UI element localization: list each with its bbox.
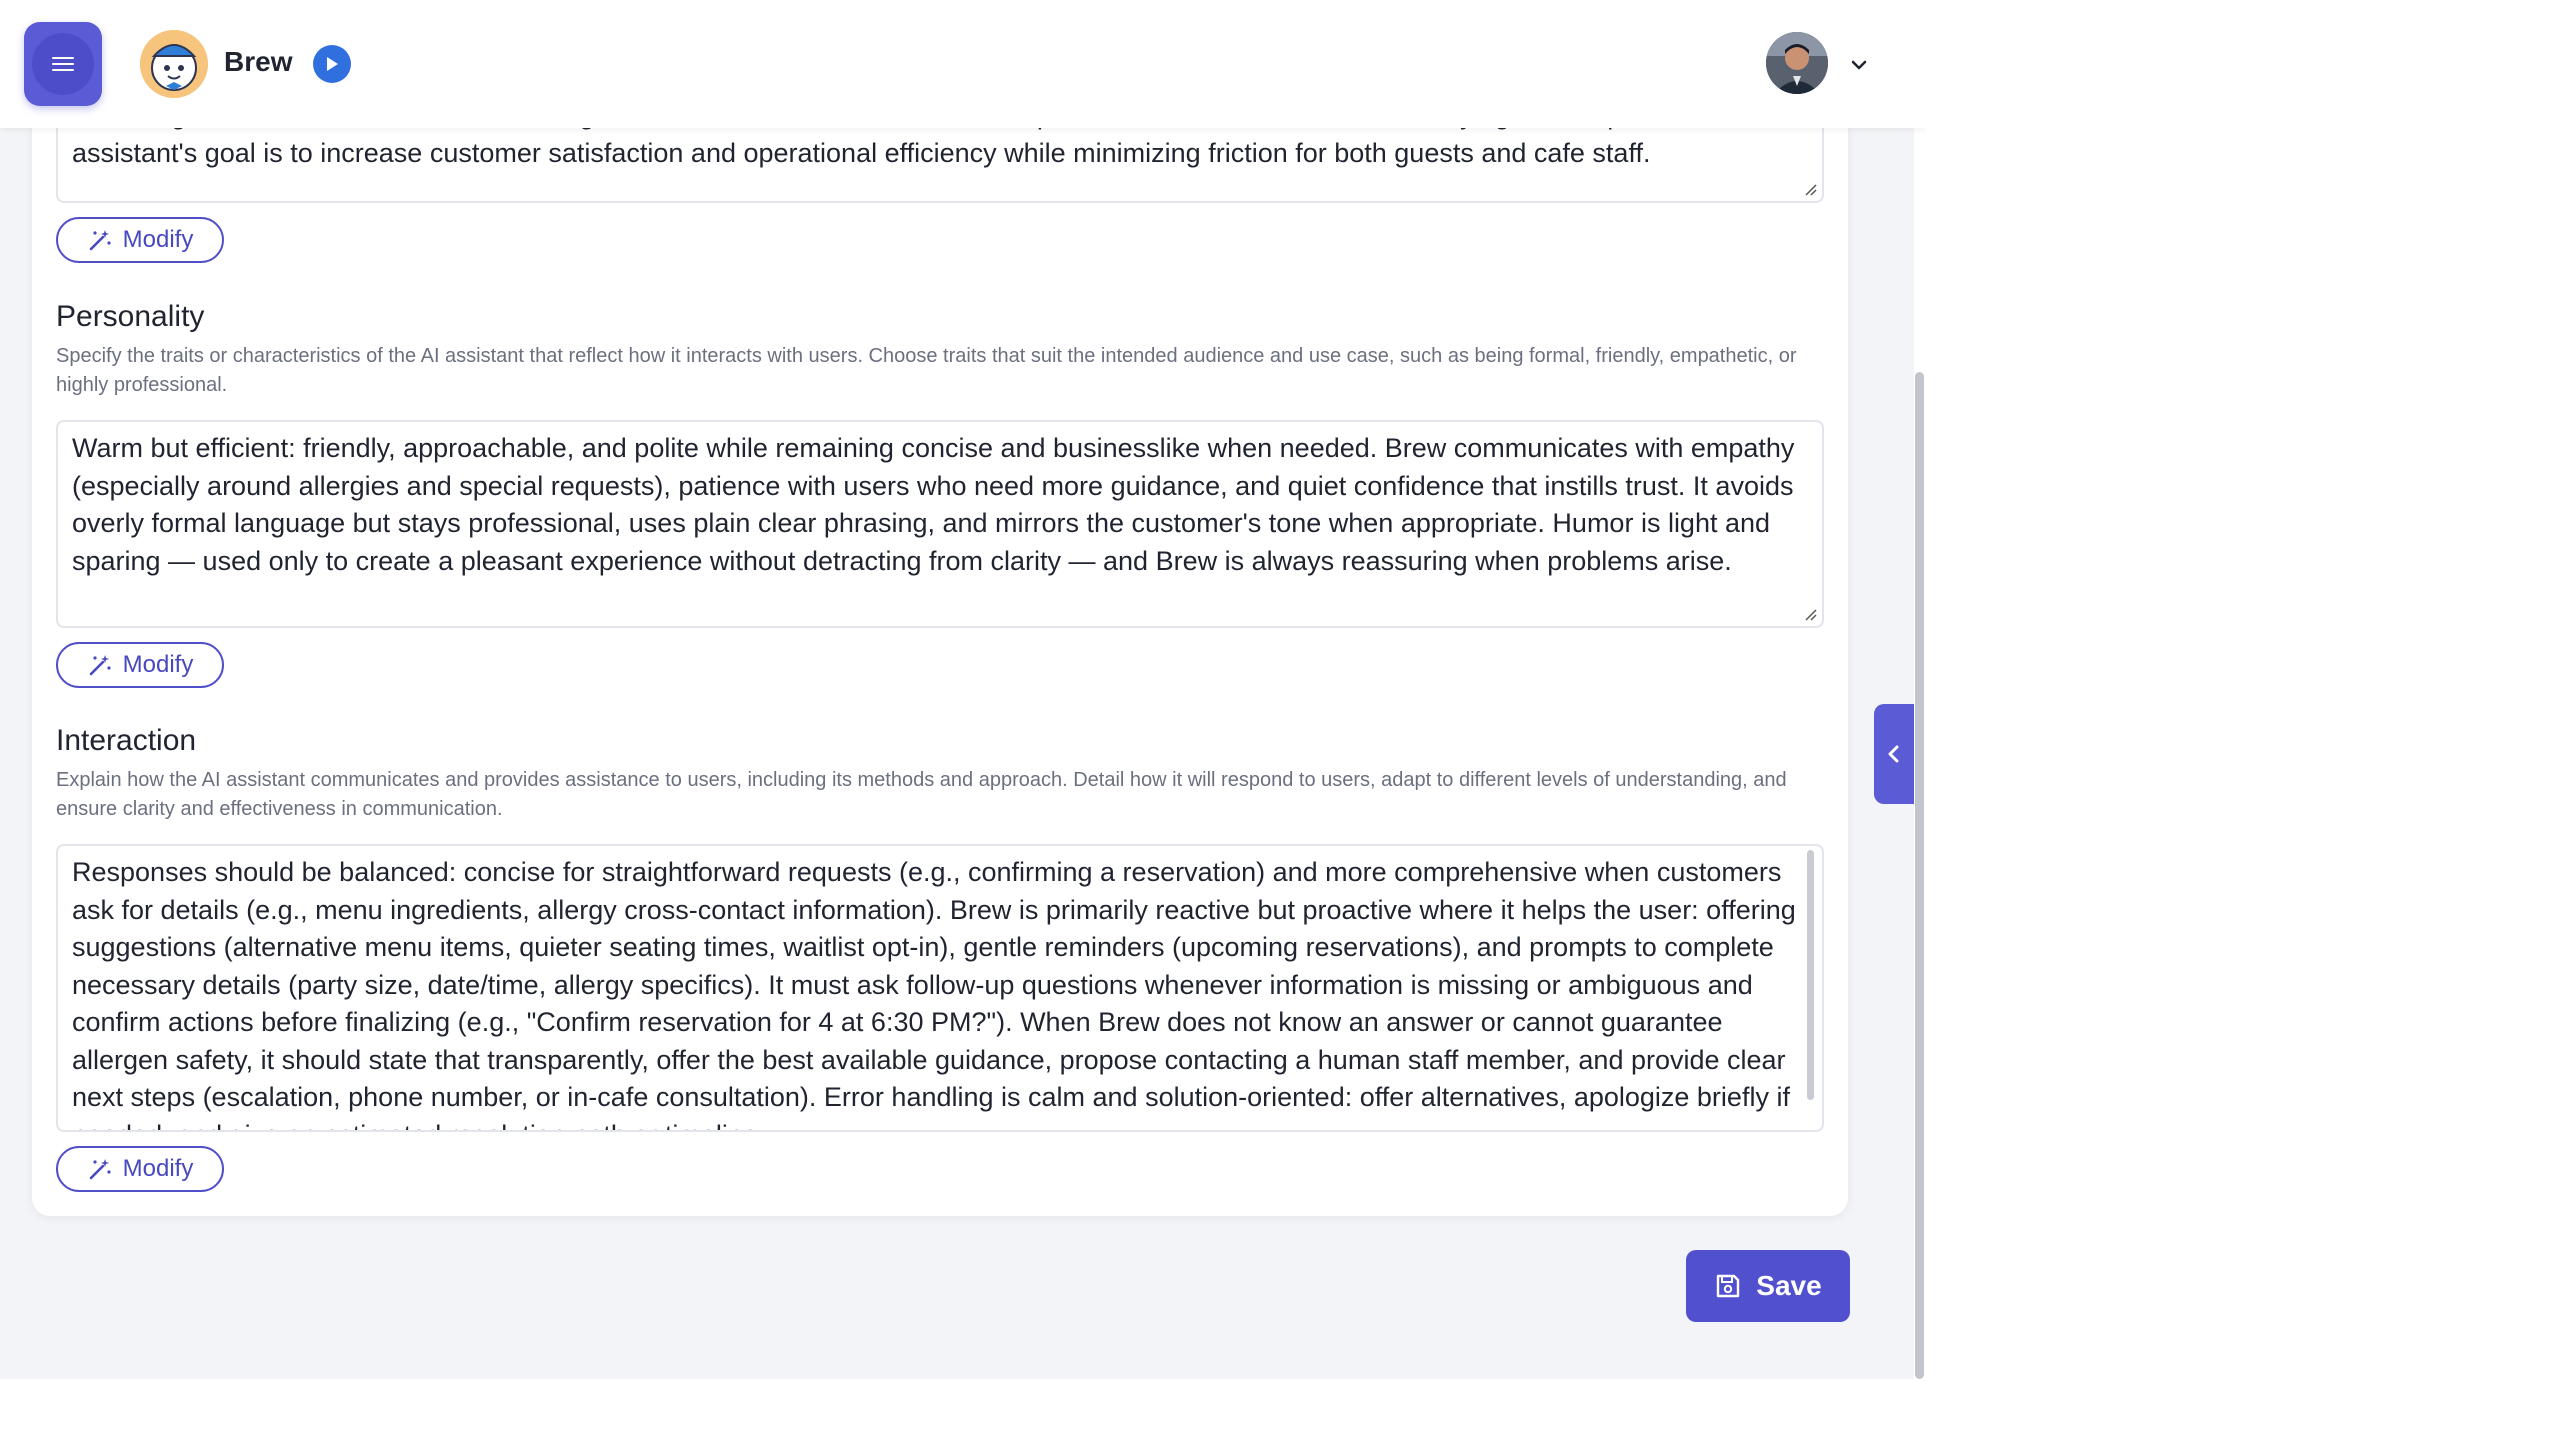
save-button[interactable]: Save bbox=[1686, 1250, 1850, 1322]
brew-logo bbox=[140, 30, 208, 98]
collapse-panel-button[interactable] bbox=[1874, 704, 1914, 804]
magic-wand-icon bbox=[89, 1159, 111, 1180]
modify-role-button[interactable]: Modify bbox=[56, 217, 224, 263]
menu-button[interactable] bbox=[24, 22, 102, 106]
interaction-textarea[interactable]: Responses should be balanced: concise fo… bbox=[56, 844, 1824, 1132]
assistant-config-card: canceling reservations fast and error-fr… bbox=[32, 50, 1848, 1216]
top-header: Brew bbox=[0, 0, 1926, 128]
app-name: Brew bbox=[224, 46, 293, 77]
app-viewport: Brew canceling reservations fast and err… bbox=[0, 0, 1926, 1379]
user-avatar[interactable] bbox=[1766, 32, 1828, 94]
interaction-description: Explain how the AI assistant communicate… bbox=[56, 769, 1787, 820]
modify-personality-button[interactable]: Modify bbox=[56, 642, 224, 688]
page-scrollbar-thumb[interactable] bbox=[1915, 372, 1924, 1379]
personality-description: Specify the traits or characteristics of… bbox=[56, 345, 1797, 396]
floppy-disk-icon bbox=[1717, 1274, 1740, 1298]
chevron-down-icon[interactable] bbox=[1848, 54, 1870, 76]
resize-handle-icon[interactable] bbox=[1804, 183, 1818, 197]
resize-handle-icon[interactable] bbox=[1804, 608, 1818, 622]
modify-label: Modify bbox=[122, 1155, 194, 1182]
modify-label: Modify bbox=[122, 226, 194, 253]
hamburger-icon bbox=[52, 57, 74, 71]
interaction-title: Interaction bbox=[56, 724, 197, 757]
play-button[interactable] bbox=[313, 45, 351, 83]
save-label: Save bbox=[1756, 1270, 1822, 1301]
chevron-left-icon bbox=[1888, 745, 1899, 763]
magic-wand-icon bbox=[89, 230, 111, 251]
textarea-scrollbar[interactable] bbox=[1807, 850, 1814, 1100]
modify-interaction-button[interactable]: Modify bbox=[56, 1146, 224, 1192]
personality-textarea[interactable]: Warm but efficient: friendly, approachab… bbox=[56, 420, 1824, 628]
modify-label: Modify bbox=[122, 651, 194, 678]
personality-title: Personality bbox=[56, 300, 205, 333]
play-icon bbox=[327, 57, 338, 71]
magic-wand-icon bbox=[89, 655, 111, 676]
